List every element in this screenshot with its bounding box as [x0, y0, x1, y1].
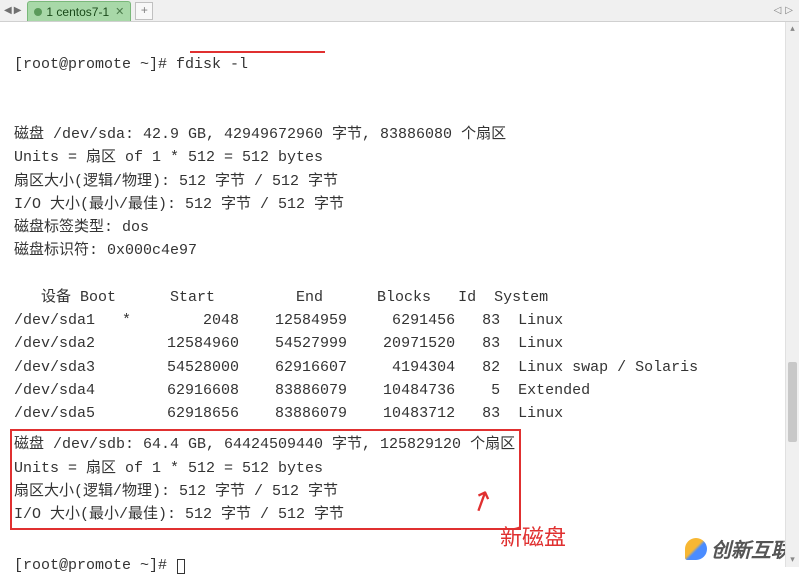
sdb-line2: Units = 扇区 of 1 * 512 = 512 bytes: [14, 460, 323, 477]
partition-row: /dev/sda3 54528000 62916607 4194304 82 L…: [14, 359, 698, 376]
partition-row: /dev/sda1 * 2048 12584959 6291456 83 Lin…: [14, 312, 563, 329]
partition-row: /dev/sda4 62916608 83886079 10484736 5 E…: [14, 382, 590, 399]
tab-bar: ◀ ▶ 1 centos7-1 ✕ + ◁ ▷: [0, 0, 799, 22]
logo-icon: [685, 538, 707, 560]
underline-annotation: [190, 51, 325, 53]
new-tab-button[interactable]: +: [135, 2, 153, 20]
watermark: 创新互联: [685, 534, 791, 563]
sda-line5: 磁盘标签类型: dos: [14, 219, 149, 236]
sda-line6: 磁盘标识符: 0x000c4e97: [14, 242, 197, 259]
scroll-thumb[interactable]: [788, 362, 797, 442]
terminal-output[interactable]: [root@promote ~]# fdisk -l 磁盘 /dev/sda: …: [0, 22, 799, 581]
tab-scroll-left-icon[interactable]: ◁: [774, 5, 782, 17]
sda-line2: Units = 扇区 of 1 * 512 = 512 bytes: [14, 149, 323, 166]
tab-scroll-right-icon[interactable]: ▷: [785, 5, 793, 17]
sda-line4: I/O 大小(最小/最佳): 512 字节 / 512 字节: [14, 196, 344, 213]
cursor-icon: [177, 559, 185, 574]
scroll-down-icon[interactable]: ▾: [786, 553, 799, 567]
watermark-text: 创新互联: [711, 534, 791, 563]
scroll-up-icon[interactable]: ▴: [786, 22, 799, 36]
tab-next-icon[interactable]: ▶: [14, 5, 22, 17]
tab-label: 1 centos7-1: [46, 5, 109, 19]
highlight-box: 磁盘 /dev/sdb: 64.4 GB, 64424509440 字节, 12…: [10, 429, 521, 530]
sda-line1: 磁盘 /dev/sda: 42.9 GB, 42949672960 字节, 83…: [14, 126, 506, 143]
tab-session-1[interactable]: 1 centos7-1 ✕: [27, 1, 131, 21]
close-icon[interactable]: ✕: [115, 5, 124, 18]
sdb-line1: 磁盘 /dev/sdb: 64.4 GB, 64424509440 字节, 12…: [14, 436, 515, 453]
sdb-line4: I/O 大小(最小/最佳): 512 字节 / 512 字节: [14, 506, 344, 523]
vertical-scrollbar[interactable]: ▴ ▾: [785, 22, 799, 567]
partition-row: /dev/sda5 62918656 83886079 10483712 83 …: [14, 405, 563, 422]
command: fdisk -l: [176, 56, 248, 73]
tab-prev-icon[interactable]: ◀: [4, 5, 12, 17]
prompt: [root@promote ~]#: [14, 56, 176, 73]
prompt: [root@promote ~]#: [14, 557, 176, 574]
sda-line3: 扇区大小(逻辑/物理): 512 字节 / 512 字节: [14, 173, 338, 190]
sdb-line3: 扇区大小(逻辑/物理): 512 字节 / 512 字节: [14, 483, 338, 500]
partition-row: /dev/sda2 12584960 54527999 20971520 83 …: [14, 335, 563, 352]
annotation-label: 新磁盘: [500, 520, 566, 552]
partition-header: 设备 Boot Start End Blocks Id System: [14, 289, 548, 306]
status-dot-icon: [34, 8, 42, 16]
